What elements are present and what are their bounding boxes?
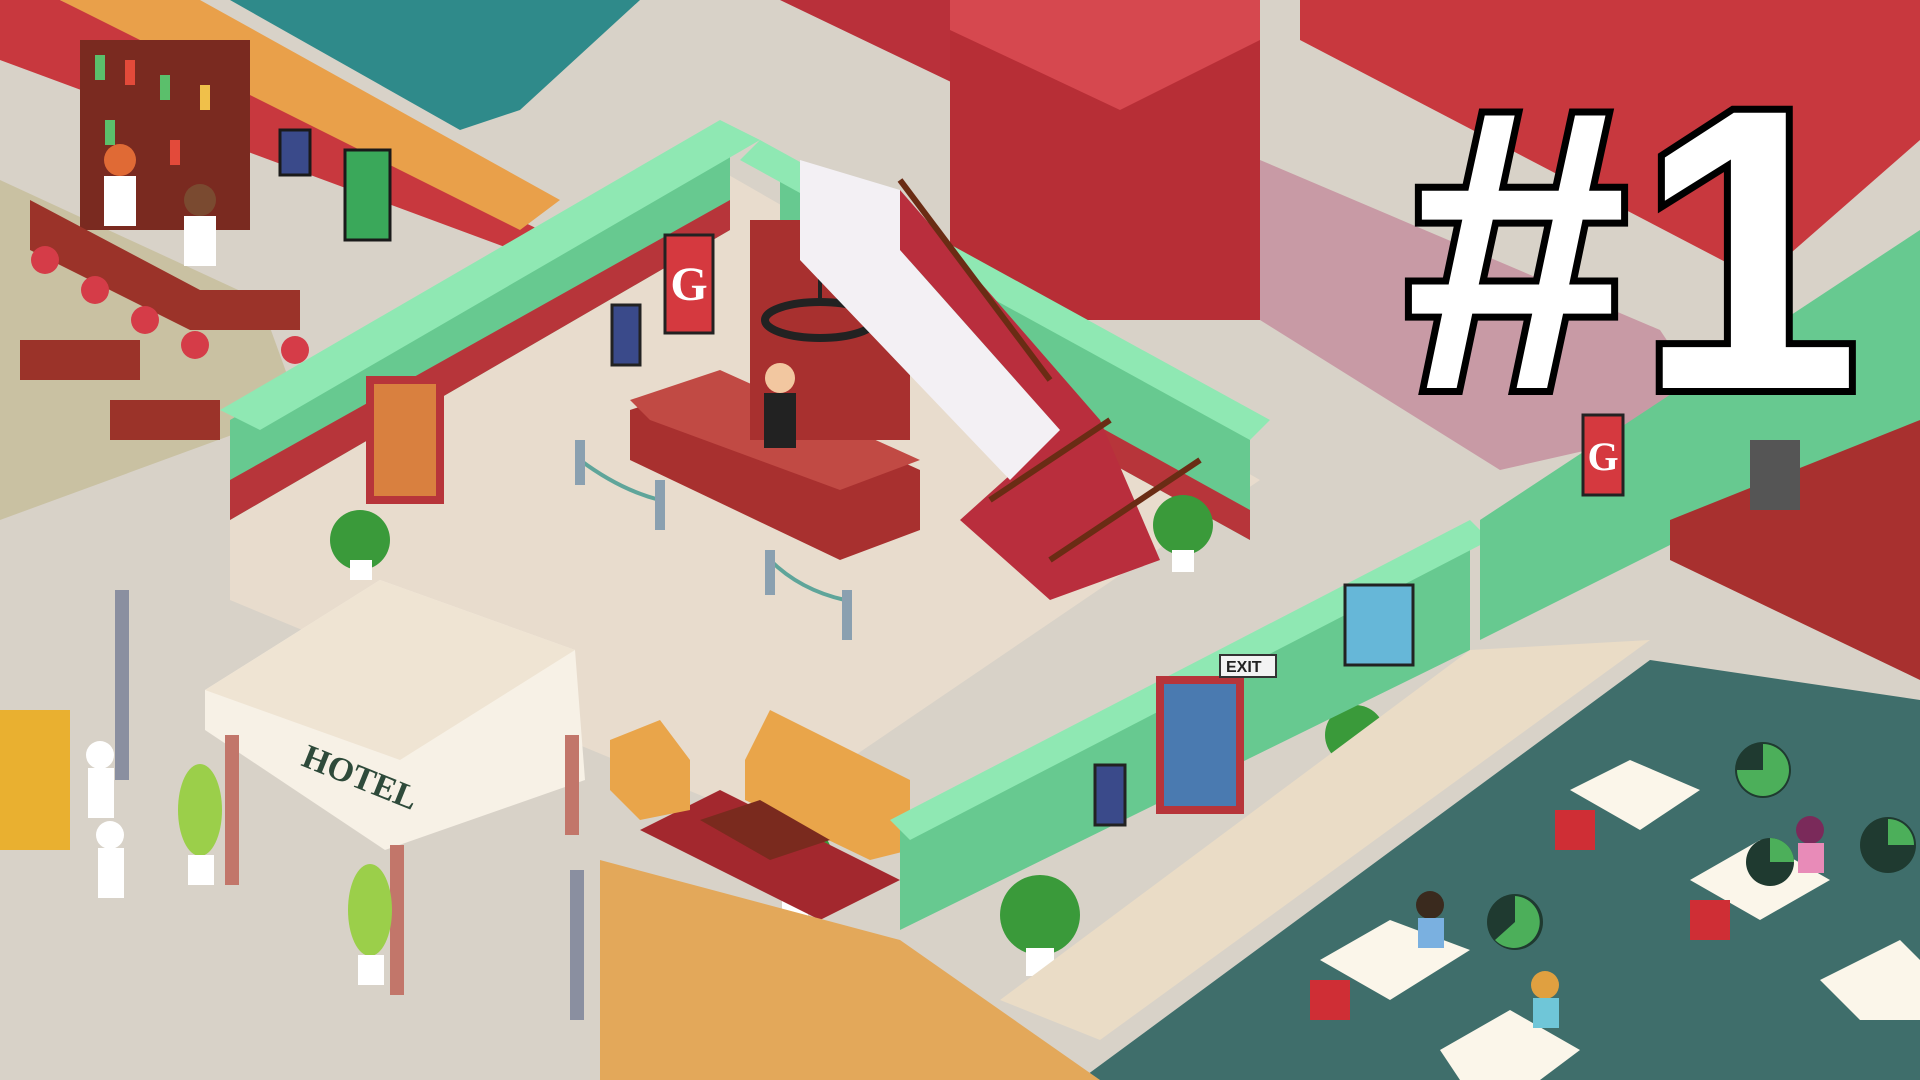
timer-icon	[1735, 742, 1791, 798]
receptionist[interactable]	[764, 363, 796, 448]
restaurant-door[interactable]	[1156, 676, 1244, 814]
guest[interactable]	[1796, 816, 1824, 873]
poster-logo: G	[670, 258, 707, 311]
exit-sign-icon: EXIT	[1219, 654, 1277, 678]
guest[interactable]	[1416, 891, 1444, 948]
bartender[interactable]	[184, 184, 216, 266]
wall-painting	[1343, 583, 1415, 667]
episode-title: #1	[1398, 26, 1870, 473]
wall-frame	[278, 128, 312, 177]
timer-icon	[1487, 894, 1543, 950]
canopy-pillar	[565, 735, 579, 835]
street-lamp	[570, 870, 584, 1020]
lobby-door[interactable]	[366, 376, 444, 504]
bar-table[interactable]	[110, 400, 220, 440]
poster-g: G	[663, 233, 715, 335]
timer-icon	[1746, 838, 1794, 886]
bartender[interactable]	[104, 144, 136, 226]
wall-frame	[610, 303, 642, 367]
wall-frame	[1093, 763, 1127, 827]
timer-icon	[1860, 817, 1916, 873]
bar-table[interactable]	[20, 340, 140, 380]
guest[interactable]	[1531, 971, 1559, 1028]
taxi[interactable]	[0, 710, 70, 850]
exit-sign-text: EXIT	[1226, 659, 1262, 676]
canopy-pillar	[390, 845, 404, 995]
wall-frame	[343, 148, 392, 242]
canopy-pillar	[225, 735, 239, 885]
street-lamp	[115, 590, 129, 780]
chef[interactable]	[86, 741, 114, 818]
chef[interactable]	[96, 821, 124, 898]
